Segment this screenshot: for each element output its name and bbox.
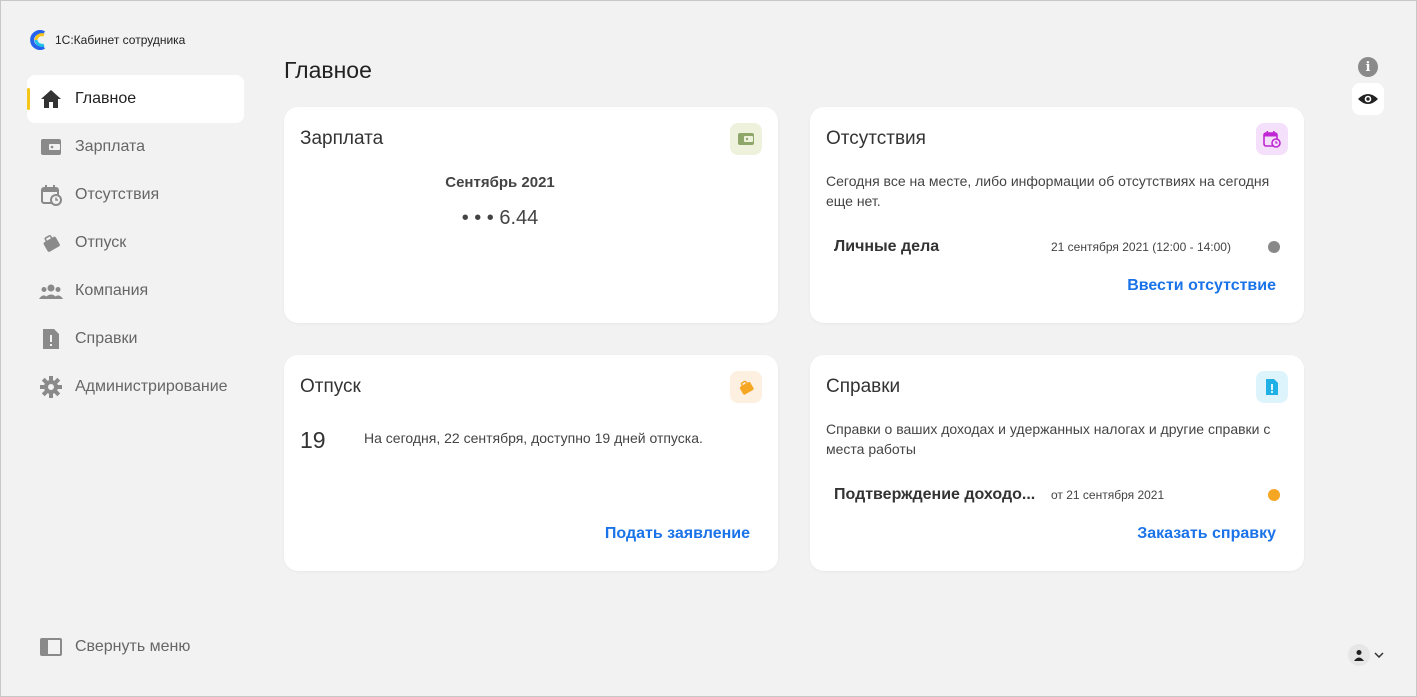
sidebar: 1С:Кабинет сотрудника Главное Зарплата О… <box>1 1 261 696</box>
sidebar-item-company[interactable]: Компания <box>27 267 244 315</box>
absences-card[interactable]: Отсутствия Сегодня все на месте, либо ин… <box>810 107 1304 323</box>
avatar-icon <box>1348 644 1370 666</box>
certificate-list-item[interactable]: Подтверждение доходо... от 21 сентября 2… <box>834 485 1280 505</box>
add-absence-link[interactable]: Ввести отсутствие <box>1127 277 1276 295</box>
vacation-days-count: 19 <box>300 427 326 453</box>
card-title: Справки <box>826 376 901 397</box>
sidebar-item-label: Зарплата <box>75 138 146 155</box>
sidebar-item-absences[interactable]: Отсутствия <box>27 171 244 219</box>
submit-request-link[interactable]: Подать заявление <box>605 525 750 543</box>
status-dot <box>1268 489 1280 501</box>
sidebar-nav: Главное Зарплата Отсутствия Отпуск Компа… <box>27 75 244 411</box>
suitcase-icon <box>39 231 63 255</box>
page-title: Главное <box>284 57 372 83</box>
certificate-date: от 21 сентября 2021 <box>1051 488 1165 502</box>
card-title: Отпуск <box>300 376 361 397</box>
user-menu-button[interactable] <box>1348 644 1384 666</box>
status-dot <box>1268 241 1280 253</box>
sidebar-item-certificates[interactable]: Справки <box>27 315 244 363</box>
card-title: Отсутствия <box>826 128 926 149</box>
chevron-down-icon <box>1374 652 1384 658</box>
absence-list-item[interactable]: Личные дела 21 сентября 2021 (12:00 - 14… <box>834 237 1280 257</box>
sidebar-item-main[interactable]: Главное <box>27 75 244 123</box>
salary-amount[interactable]: • • • 6.44 <box>284 207 716 230</box>
salary-period: Сентябрь 2021 <box>445 174 555 191</box>
sidebar-item-label: Отпуск <box>75 234 127 251</box>
card-title: Зарплата <box>300 128 384 149</box>
info-icon[interactable]: i <box>1358 57 1378 77</box>
sidebar-item-salary[interactable]: Зарплата <box>27 123 244 171</box>
calendar-clock-icon <box>1256 123 1288 155</box>
eye-icon[interactable] <box>1352 83 1384 115</box>
collapse-menu-label: Свернуть меню <box>75 638 191 655</box>
certificates-description: Справки о ваших доходах и удержанных нал… <box>826 421 1271 457</box>
sidebar-item-label: Компания <box>75 282 149 299</box>
home-icon <box>39 87 63 111</box>
order-certificate-link[interactable]: Заказать справку <box>1137 525 1276 543</box>
collapse-menu-button[interactable]: Свернуть меню <box>39 635 190 659</box>
absences-description: Сегодня все на месте, либо информации об… <box>826 173 1270 209</box>
absence-title: Личные дела <box>834 238 940 255</box>
gear-icon <box>39 375 63 399</box>
absence-date: 21 сентября 2021 (12:00 - 14:00) <box>1051 240 1231 254</box>
sidebar-item-label: Отсутствия <box>75 186 160 203</box>
calendar-clock-icon <box>39 183 63 207</box>
logo-icon <box>30 30 48 50</box>
wallet-icon <box>39 135 63 159</box>
salary-card[interactable]: Зарплата Сентябрь 2021 • • • 6.44 <box>284 107 778 323</box>
sidebar-item-label: Администрирование <box>75 378 228 395</box>
app-logo: 1С:Кабинет сотрудника <box>30 30 185 50</box>
people-icon <box>39 279 63 303</box>
certificates-card[interactable]: Справки Справки о ваших доходах и удержа… <box>810 355 1304 571</box>
sidebar-item-label: Справки <box>75 330 138 347</box>
vacation-card[interactable]: Отпуск 19 На сегодня, 22 сентября, досту… <box>284 355 778 571</box>
vacation-description: На сегодня, 22 сентября, доступно 19 дне… <box>364 430 703 446</box>
app-title: 1С:Кабинет сотрудника <box>55 33 186 47</box>
sidebar-item-vacation[interactable]: Отпуск <box>27 219 244 267</box>
sidebar-collapse-icon <box>39 635 63 659</box>
document-alert-icon <box>39 327 63 351</box>
suitcase-icon <box>730 371 762 403</box>
wallet-icon <box>730 123 762 155</box>
sidebar-item-label: Главное <box>75 90 137 107</box>
certificate-title: Подтверждение доходо... <box>834 486 1036 503</box>
sidebar-item-administration[interactable]: Администрирование <box>27 363 244 411</box>
document-alert-icon <box>1256 371 1288 403</box>
